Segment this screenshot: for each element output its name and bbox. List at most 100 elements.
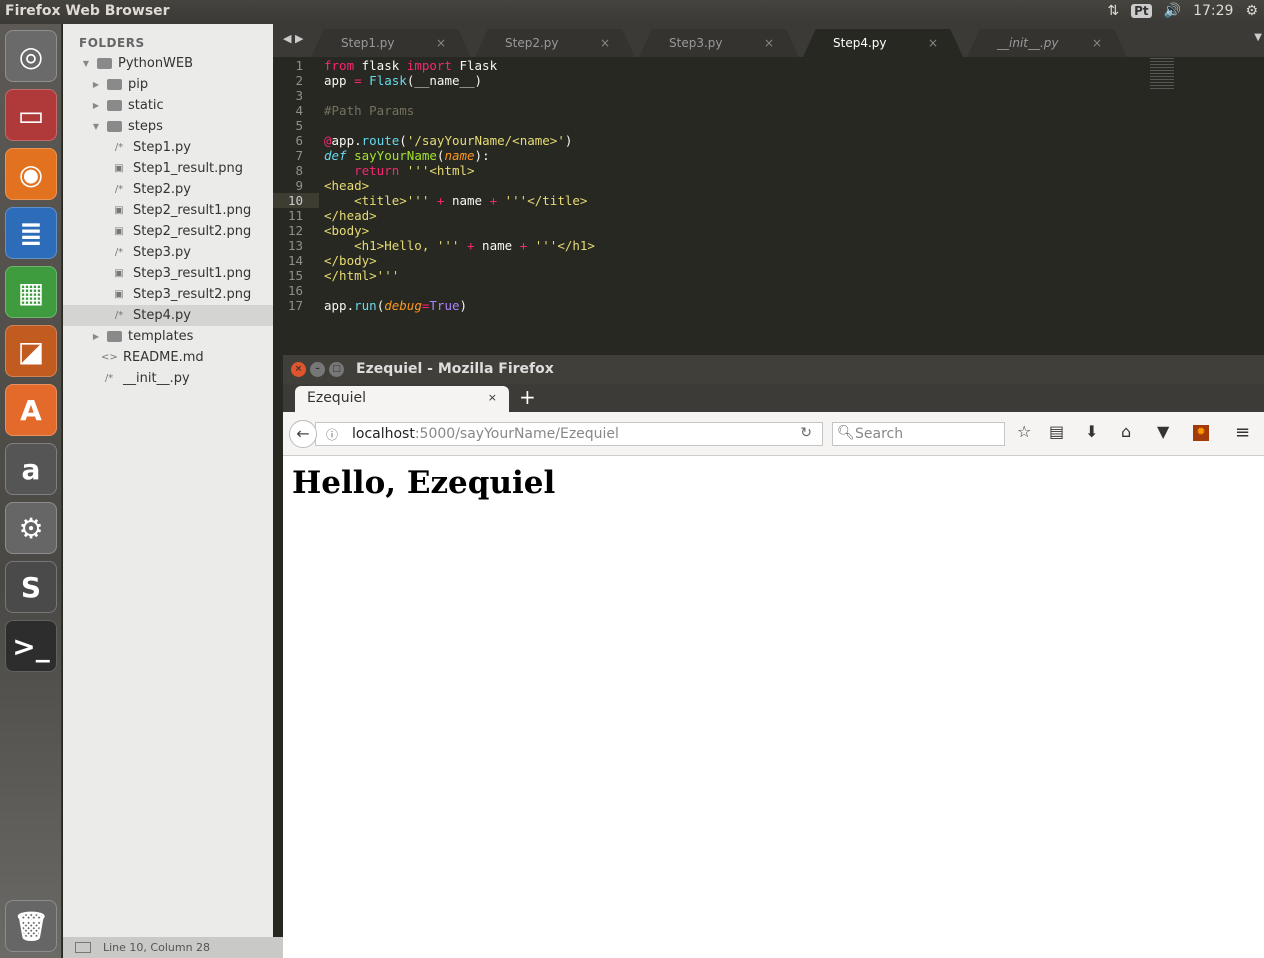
url-bar[interactable]: ⓘ localhost:5000/sayYourName/Ezequiel ↻ xyxy=(315,422,823,446)
sidebar-item[interactable]: ▣ Step1_result.png xyxy=(63,158,273,179)
sidebar-item[interactable]: ▣ Step2_result2.png xyxy=(63,221,273,242)
extension-icon[interactable]: ✹ xyxy=(1193,425,1209,441)
sidebar-item[interactable]: /* __init__.py xyxy=(63,368,273,389)
code-editor[interactable]: 1 from flask import Flask 2 app = Flask(__n… xyxy=(273,57,1264,355)
code-token: sayYourName xyxy=(354,148,437,163)
tab-nav-arrows-icon[interactable]: ◀ ▶ xyxy=(283,32,303,45)
sidebar-item[interactable]: /* Step1.py xyxy=(63,137,273,158)
back-button[interactable]: ← xyxy=(289,420,317,448)
editor-tab[interactable]: Step1.py × xyxy=(311,29,471,57)
code-line: 6 @app.route('/sayYourName/<name>') xyxy=(273,133,1264,148)
code-token: name xyxy=(474,238,520,253)
editor-tab-label: Step1.py xyxy=(341,36,395,50)
firefox-window: × – □ Ezequiel - Mozilla Firefox Ezequie… xyxy=(283,355,1264,958)
sidebar-item-label: README.md xyxy=(123,350,204,365)
close-tab-icon[interactable]: × xyxy=(436,36,446,50)
software-center-launcher-icon[interactable]: A xyxy=(5,384,57,436)
editor-tab-label: __init__.py xyxy=(997,36,1059,50)
sidebar-item-label: steps xyxy=(128,119,163,134)
new-tab-button[interactable]: + xyxy=(519,385,536,409)
close-tab-icon[interactable]: × xyxy=(764,36,774,50)
maximize-window-icon[interactable]: □ xyxy=(329,362,344,377)
downloads-icon[interactable]: ⬇ xyxy=(1085,422,1098,441)
editor-tab[interactable]: Step2.py × xyxy=(475,29,635,57)
files-launcher-icon[interactable]: ▭ xyxy=(5,89,57,141)
menu-hamburger-icon[interactable]: ≡ xyxy=(1235,422,1250,443)
dash-launcher-icon[interactable]: ◎ xyxy=(5,30,57,82)
terminal-launcher-icon[interactable]: >_ xyxy=(5,620,57,672)
bookmarks-list-icon[interactable]: ▤ xyxy=(1049,422,1064,441)
sidebar-item[interactable]: ▣ Step3_result1.png xyxy=(63,263,273,284)
sidebar-item[interactable]: ▼ steps xyxy=(63,116,273,137)
sidebar-item[interactable]: ▣ Step2_result1.png xyxy=(63,200,273,221)
clock[interactable]: 17:29 xyxy=(1193,3,1233,19)
tab-menu-chevron-icon[interactable]: ▼ xyxy=(1254,32,1262,43)
minimize-window-icon[interactable]: – xyxy=(310,362,325,377)
search-input[interactable]: 🔍︎ Search xyxy=(832,422,1005,446)
sidebar-item-label: Step2_result2.png xyxy=(133,224,252,239)
cursor-position: Line 10, Column 28 xyxy=(103,941,211,954)
sidebar-item[interactable]: /* Step4.py xyxy=(63,305,273,326)
code-token: def xyxy=(324,148,347,163)
url-host: localhost xyxy=(352,426,415,442)
editor-tab[interactable]: __init__.py × xyxy=(967,29,1127,57)
sidebar-item[interactable]: <> README.md xyxy=(63,347,273,368)
sidebar-item[interactable]: ▶ pip xyxy=(63,74,273,95)
expand-arrow-icon[interactable]: ▼ xyxy=(91,122,101,131)
code-token: name xyxy=(444,148,475,163)
line-number: 8 xyxy=(295,163,303,178)
line-number: 15 xyxy=(287,268,303,283)
code-token: Flask xyxy=(451,58,498,73)
expand-arrow-icon[interactable]: ▶ xyxy=(91,80,101,89)
file-icon: /* xyxy=(114,142,124,153)
folder-icon xyxy=(107,79,122,90)
pocket-icon[interactable]: ▼ xyxy=(1157,422,1169,441)
close-tab-icon[interactable]: × xyxy=(488,391,497,404)
close-tab-icon[interactable]: × xyxy=(600,36,610,50)
home-icon[interactable]: ⌂ xyxy=(1121,422,1131,441)
sublime-launcher-icon[interactable]: S xyxy=(5,561,57,613)
volume-icon[interactable]: 🔊 xyxy=(1164,3,1181,19)
code-token: '''</title> xyxy=(497,193,588,208)
close-tab-icon[interactable]: × xyxy=(1092,36,1102,50)
editor-tab-label: Step4.py xyxy=(833,36,887,50)
calc-launcher-icon[interactable]: ▦ xyxy=(5,266,57,318)
page-heading: Hello, Ezequiel xyxy=(292,465,556,501)
sidebar-item-label: pip xyxy=(128,77,149,92)
code-token: (__name__) xyxy=(406,73,483,88)
sidebar-item[interactable]: ▶ static xyxy=(63,95,273,116)
code-token: '/sayYourName/<name>' xyxy=(406,133,565,148)
code-token: Flask xyxy=(369,73,407,88)
settings-launcher-icon[interactable]: ⚙ xyxy=(5,502,57,554)
sidebar-item[interactable]: ▼ PythonWEB xyxy=(63,53,273,74)
console-icon[interactable] xyxy=(75,942,91,953)
code-token: <title>''' xyxy=(324,193,430,208)
file-icon: /* xyxy=(114,247,124,258)
system-gear-icon[interactable]: ⚙ xyxy=(1245,3,1258,19)
trash-icon[interactable]: 🗑 xyxy=(5,900,57,952)
amazon-launcher-icon[interactable]: a xyxy=(5,443,57,495)
keyboard-indicator[interactable]: Pt xyxy=(1131,4,1152,18)
editor-tab[interactable]: Step4.py × xyxy=(803,29,963,57)
code-line: 14 </body> xyxy=(273,253,1264,268)
code-line: 4 #Path Params xyxy=(273,103,1264,118)
sidebar-item[interactable]: ▣ Step3_result2.png xyxy=(63,284,273,305)
editor-tab[interactable]: Step3.py × xyxy=(639,29,799,57)
impress-launcher-icon[interactable]: ◪ xyxy=(5,325,57,377)
info-icon[interactable]: ⓘ xyxy=(326,426,338,443)
sidebar-item[interactable]: /* Step2.py xyxy=(63,179,273,200)
network-icon[interactable]: ⇅ xyxy=(1107,3,1119,19)
bookmark-star-icon[interactable]: ☆ xyxy=(1017,422,1031,441)
expand-arrow-icon[interactable]: ▼ xyxy=(81,59,91,68)
firefox-launcher-icon[interactable]: ◉ xyxy=(5,148,57,200)
close-tab-icon[interactable]: × xyxy=(928,36,938,50)
browser-tab[interactable]: Ezequiel × xyxy=(295,386,509,412)
sidebar-item[interactable]: /* Step3.py xyxy=(63,242,273,263)
close-window-icon[interactable]: × xyxy=(291,362,306,377)
sidebar-item[interactable]: ▶ templates xyxy=(63,326,273,347)
expand-arrow-icon[interactable]: ▶ xyxy=(91,101,101,110)
reload-icon[interactable]: ↻ xyxy=(800,425,812,441)
expand-arrow-icon[interactable]: ▶ xyxy=(91,332,101,341)
writer-launcher-icon[interactable]: ≣ xyxy=(5,207,57,259)
